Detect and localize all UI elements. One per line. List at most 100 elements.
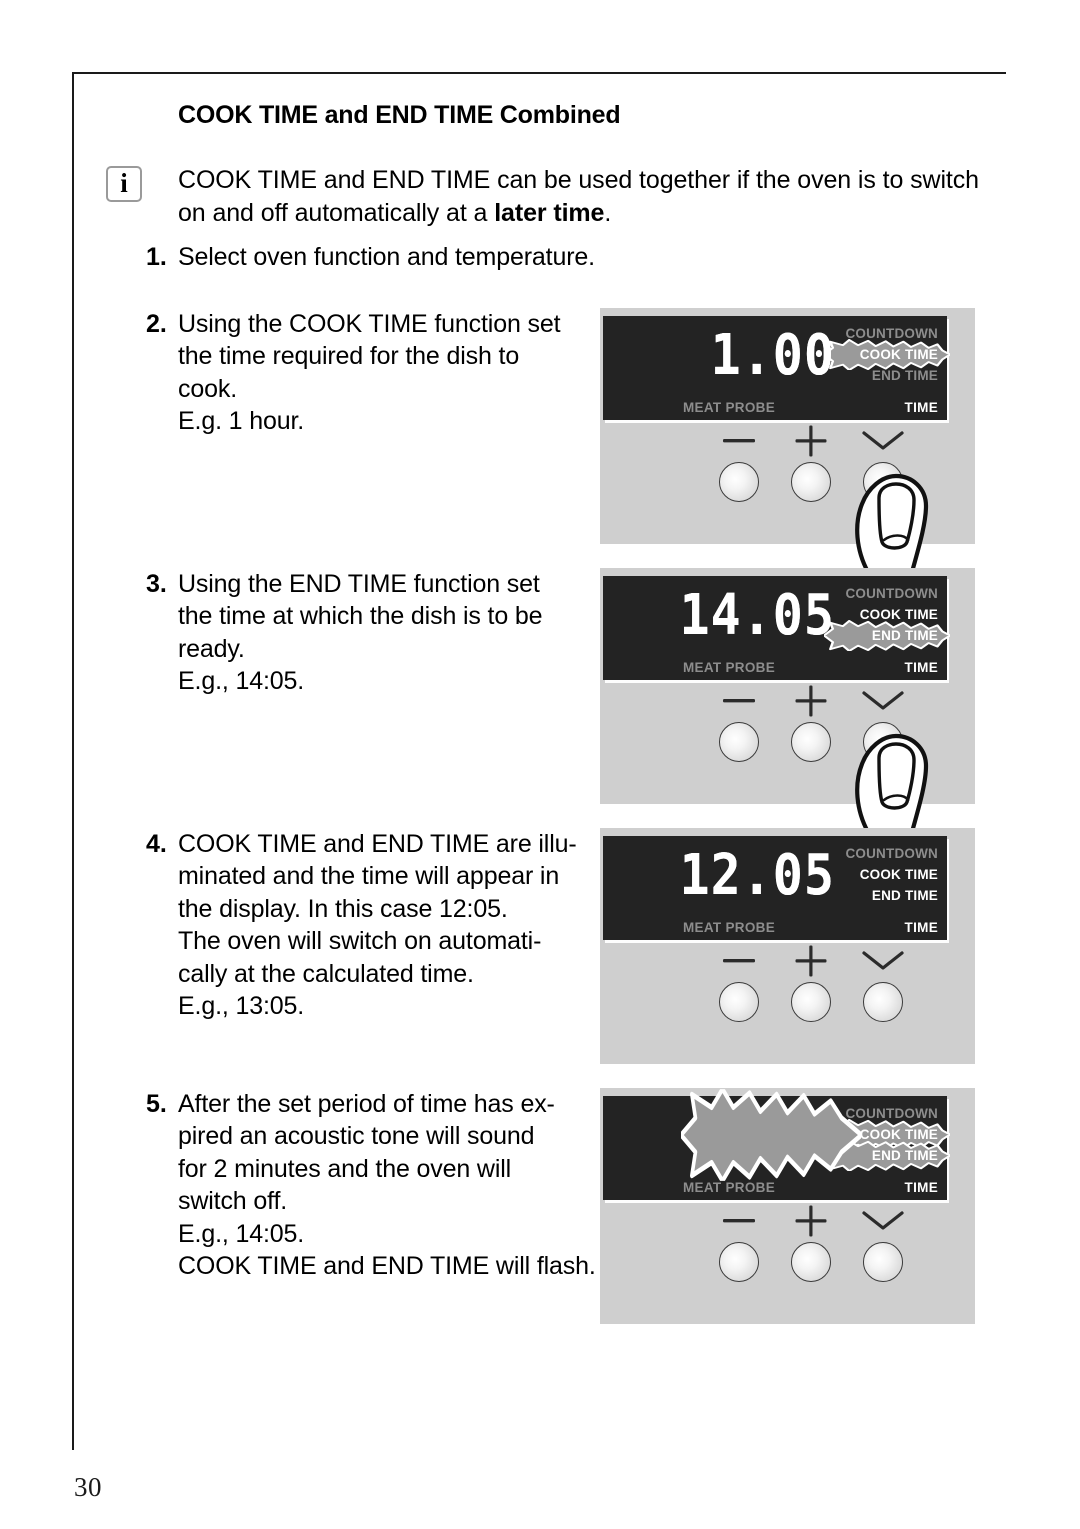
oven-button-chevron-down[interactable] — [863, 1241, 903, 1282]
page-title: COOK TIME and END TIME Combined — [178, 101, 621, 129]
button-slot-1 — [706, 686, 772, 762]
button-slot-2 — [778, 945, 844, 1022]
oven-button-plus[interactable] — [791, 721, 831, 762]
minus-icon — [706, 426, 772, 456]
step-line: Select oven function and temperature. — [178, 243, 595, 271]
oven-button-plus[interactable] — [791, 981, 831, 1022]
oven-display: 1.00 COUNTDOWN COOK TIME END TIME MEAT PROBE… — [603, 315, 950, 420]
oven-button-chevron-down[interactable] — [863, 981, 903, 1022]
display-digits-area: 12.05 — [621, 844, 835, 906]
indicator-label-text: END TIME — [871, 627, 938, 643]
indicator-end-time: END TIME — [834, 885, 938, 906]
minus-icon — [706, 1206, 772, 1236]
button-slot-3 — [850, 1206, 916, 1282]
step-line: switch off. — [178, 1187, 288, 1215]
indicator-countdown: COUNTDOWN — [834, 843, 938, 864]
indicator-meat-probe: MEAT PROBE — [683, 1179, 776, 1195]
step-line: cook. — [178, 374, 238, 403]
indicator-meat-probe: MEAT PROBE — [683, 659, 776, 675]
step-line: the time required for the dish to — [178, 342, 520, 370]
step-3: 3. Using the END TIME function set the tim… — [100, 567, 1006, 834]
page-left-rule — [72, 72, 74, 1450]
step-lines: After the set period of time has ex-pire… — [178, 1088, 596, 1324]
note-text: COOK TIME and END TIME can be used toget… — [100, 164, 1006, 229]
indicator-label-text: COOK TIME — [859, 346, 938, 362]
minus-icon — [706, 946, 772, 976]
button-slot-2 — [778, 1205, 844, 1282]
step-line: ready. — [178, 634, 245, 663]
note-text-bold: later time — [494, 198, 605, 227]
step-lines: COOK TIME and END TIME are illu-minated … — [178, 828, 577, 1064]
step-text-column: 5. After the set period of time has ex-pi… — [100, 1088, 600, 1324]
step-line: the display. In this case 12:05. — [178, 894, 508, 923]
oven-button-plus[interactable] — [791, 1241, 831, 1282]
button-slot-1 — [706, 1206, 772, 1282]
step-number: 2. — [146, 309, 167, 338]
oven-button-minus[interactable] — [719, 1241, 759, 1282]
indicator-cook-time: COOK TIME — [834, 604, 938, 625]
step-number: 4. — [146, 829, 167, 858]
indicator-label-text: END TIME — [871, 367, 938, 383]
oven-button-row — [600, 425, 975, 574]
indicator-time: TIME — [904, 399, 938, 415]
step-lines: Using the END TIME function set the time … — [178, 568, 543, 804]
oven-control-graphic: 14.05 COUNTDOWN COOK TIME END TIME MEAT PROB… — [600, 567, 975, 834]
oven-button-minus[interactable] — [719, 981, 759, 1022]
indicator-meat-probe: MEAT PROBE — [683, 919, 776, 935]
button-slot-3 — [850, 426, 916, 502]
note-block: i COOK TIME and END TIME can be used tog… — [100, 164, 1006, 229]
button-slot-1 — [706, 426, 772, 502]
step-number: 1. — [146, 243, 167, 271]
step-line: After the set period of time has ex- — [178, 1089, 555, 1118]
display-digits-area: 14.05 — [621, 584, 835, 646]
indicator-label-text: COUNTDOWN — [845, 845, 938, 861]
oven-display: 12.05 COUNTDOWN COOK TIME END TIME MEAT PROB… — [603, 835, 947, 940]
display-value: 12.05 — [679, 842, 835, 907]
indicator-end-time: END TIME — [834, 365, 938, 386]
oven-button-minus[interactable] — [719, 461, 759, 502]
display-digits-area: 1.00 — [621, 324, 835, 386]
step-5: 5. After the set period of time has ex-pi… — [100, 1087, 1006, 1324]
display-indicator-labels: COUNTDOWN COOK TIME END TIME — [824, 323, 950, 386]
display-value: 0.00 — [680, 1088, 861, 1181]
oven-button-plus[interactable] — [791, 461, 831, 502]
indicator-time: TIME — [904, 659, 938, 675]
step-line: the time at which the dish is to be — [178, 602, 543, 630]
display-digits-area: 0.00 — [621, 1088, 861, 1181]
oven-button-chevron-down[interactable] — [863, 721, 903, 762]
indicator-time: TIME — [904, 1179, 938, 1195]
step-line: Using the COOK TIME function set — [178, 309, 561, 338]
button-slot-3 — [850, 686, 916, 762]
indicator-end-time: END TIME — [824, 619, 950, 651]
indicator-countdown: COUNTDOWN — [834, 583, 938, 604]
display-bottom-labels: MEAT PROBE TIME — [603, 660, 938, 675]
step-line: for 2 minutes and the oven will — [178, 1154, 512, 1183]
step-line: COOK TIME and END TIME will flash. — [178, 1252, 596, 1280]
page-number: 30 — [74, 1472, 102, 1502]
indicator-label-text: COOK TIME — [859, 606, 938, 622]
step-line: E.g., 14:05. — [178, 667, 305, 695]
display-bottom-labels: MEAT PROBE TIME — [603, 920, 938, 935]
display-bottom-labels: MEAT PROBE TIME — [603, 400, 938, 415]
display-value: 14.05 — [679, 582, 835, 647]
chevron-down-icon — [850, 426, 916, 456]
info-icon: i — [106, 166, 142, 202]
indicator-time: TIME — [904, 919, 938, 935]
step-line: E.g., 13:05. — [178, 992, 305, 1020]
plus-icon — [778, 425, 844, 456]
step-body: 1. Select oven function and temperature. — [100, 241, 1006, 274]
step-line: pired an acoustic tone will sound — [178, 1122, 535, 1150]
oven-button-row — [600, 1205, 975, 1324]
info-icon-glyph: i — [120, 167, 128, 198]
display-indicator-labels: COUNTDOWN COOK TIME END TIME — [824, 583, 950, 651]
indicator-label-text: END TIME — [871, 887, 938, 903]
indicator-label-text: COUNTDOWN — [845, 585, 938, 601]
chevron-down-icon — [850, 686, 916, 716]
oven-button-row — [600, 945, 975, 1064]
oven-button-chevron-down[interactable] — [863, 461, 903, 502]
display-value: 1.00 — [710, 322, 835, 387]
button-slot-2 — [778, 685, 844, 762]
step-number: 5. — [146, 1089, 167, 1118]
step-line: E.g., 14:05. — [178, 1219, 305, 1248]
oven-button-minus[interactable] — [719, 721, 759, 762]
